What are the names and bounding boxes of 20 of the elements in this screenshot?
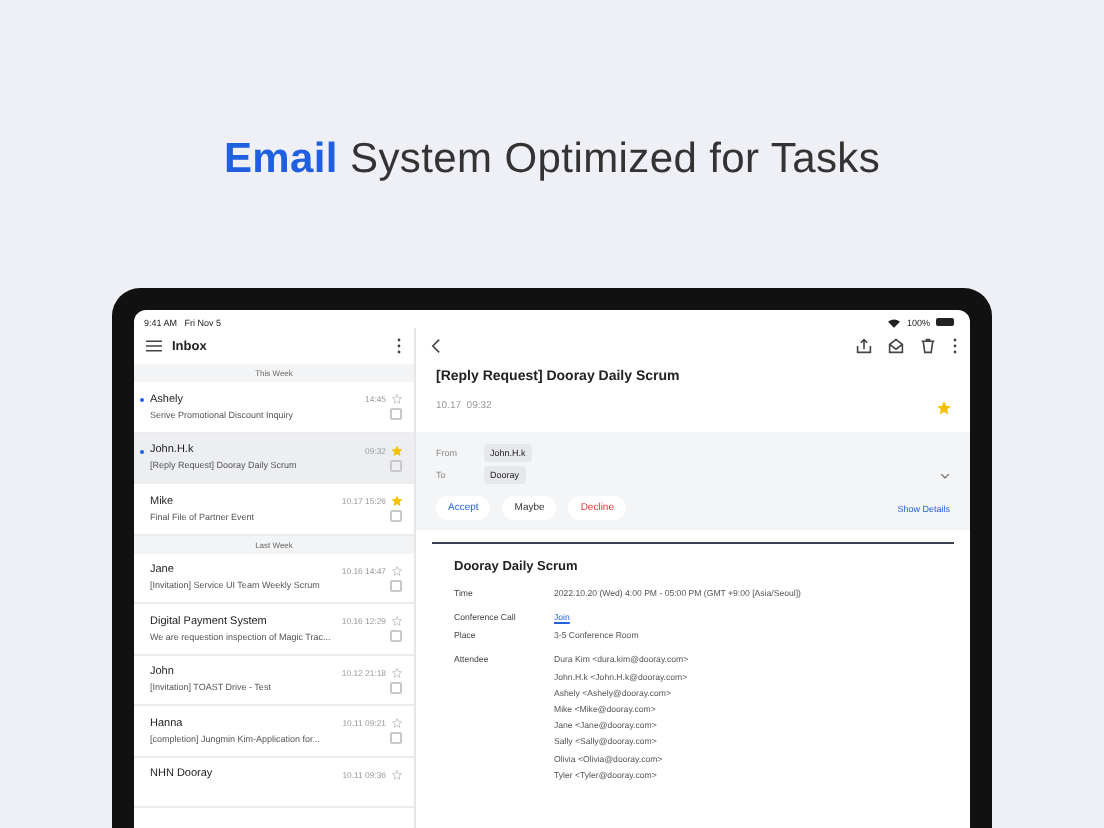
trash-icon[interactable] (920, 338, 936, 354)
menu-icon[interactable] (146, 338, 162, 354)
star-icon[interactable] (938, 402, 950, 414)
battery-icon (936, 318, 954, 326)
share-icon[interactable] (856, 338, 872, 354)
star-icon[interactable] (392, 496, 402, 506)
star-icon[interactable] (392, 667, 402, 677)
star-icon[interactable] (392, 565, 402, 575)
back-icon[interactable] (428, 338, 444, 354)
star-icon[interactable] (392, 769, 402, 779)
star-icon[interactable] (392, 718, 402, 728)
star-icon[interactable] (392, 394, 402, 404)
envelope-icon[interactable] (888, 338, 904, 354)
more-icon[interactable] (396, 338, 402, 354)
wifi-icon (888, 317, 901, 327)
chevron-down-icon[interactable] (940, 471, 950, 479)
headline: Email System Optimized for Tasks (221, 136, 883, 186)
star-icon[interactable] (392, 616, 402, 626)
star-icon[interactable] (392, 445, 402, 455)
more-icon[interactable] (952, 338, 958, 354)
